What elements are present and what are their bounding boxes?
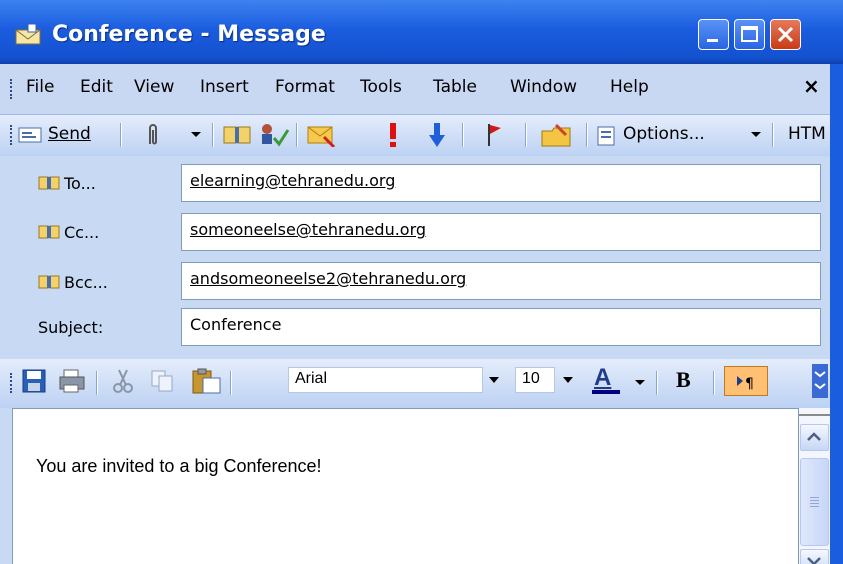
cc-button[interactable]: Cc... [38,223,99,242]
message-window: Conference - Message File Edit View Inse… [0,0,843,564]
send-label: Send [48,124,91,144]
menu-format[interactable]: Format [275,77,335,97]
vertical-scrollbar[interactable] [799,408,830,564]
bcc-label: Bcc... [64,273,108,292]
toolbar-overflow-icon[interactable] [812,364,828,398]
toolbar-separator [296,123,298,147]
toolbar-grip[interactable] [10,373,15,393]
menu-insert[interactable]: Insert [200,77,249,97]
paragraph-direction-button[interactable]: ¶ [724,366,768,396]
menu-window[interactable]: Window [510,77,577,97]
importance-low-icon[interactable] [428,121,446,149]
chevron-down-icon[interactable] [190,131,202,139]
paste-icon[interactable] [190,367,222,395]
bold-button[interactable]: B [676,367,691,393]
toolbar-separator [713,371,715,395]
scroll-thumb[interactable] [800,458,829,546]
chevron-down-icon[interactable] [750,131,762,139]
menu-close-button[interactable]: × [803,74,820,98]
toolbar-separator [586,123,588,147]
paragraph-icon: ¶ [737,376,754,392]
toolbar-separator [656,371,658,395]
close-button[interactable] [770,19,801,50]
chevron-down-icon[interactable] [486,367,502,393]
font-color-swatch [592,390,620,394]
toolbar-grip[interactable] [10,125,15,145]
font-color-button[interactable]: A [590,364,630,396]
to-label: To... [64,174,96,193]
toolbar-separator [230,371,232,395]
to-button[interactable]: To... [38,174,96,193]
address-book-icon [38,275,60,289]
print-icon[interactable] [58,368,86,394]
options-label: Options... [623,124,705,144]
menu-tools[interactable]: Tools [360,77,402,97]
font-name-combo[interactable]: Arial [288,367,483,393]
window-frame-right [830,64,843,564]
options-icon [597,126,615,146]
scroll-up-button[interactable] [800,424,829,451]
toolbar-separator [212,123,214,147]
envelope-flag-icon[interactable] [306,123,336,147]
options-button[interactable]: Options... [596,120,741,150]
grip-icon [810,497,819,507]
cc-label: Cc... [64,223,100,242]
flag-icon[interactable] [485,122,503,148]
importance-high-icon[interactable] [386,121,400,149]
chevron-up-icon [807,432,821,441]
splitter-bar[interactable] [799,408,830,416]
attach-icon[interactable] [145,122,161,148]
folder-icon[interactable] [540,121,574,149]
check-names-icon[interactable] [258,122,290,148]
cc-field[interactable]: someoneelse@tehranedu.org [181,213,821,251]
menu-edit[interactable]: Edit [80,77,113,97]
address-book-icon[interactable] [222,124,252,146]
save-icon[interactable] [22,369,46,393]
svg-text:¶: ¶ [745,376,754,392]
toolbar-separator [462,123,464,147]
send-button[interactable]: Send [18,120,110,150]
cut-icon[interactable] [112,368,134,394]
copy-icon[interactable] [150,369,176,393]
maximize-button[interactable] [734,19,765,50]
window-frame-left [0,408,12,564]
subject-label: Subject: [38,318,104,337]
menu-grip[interactable] [10,79,15,99]
menu-bar [0,64,843,114]
message-body-text: You are invited to a big Conference! [36,456,322,476]
address-book-icon [38,225,60,239]
send-icon [18,127,42,143]
menu-help[interactable]: Help [610,77,649,97]
address-book-icon [38,176,60,190]
bcc-button[interactable]: Bcc... [38,273,108,292]
font-size-combo[interactable]: 10 [515,367,555,393]
title-bar[interactable]: Conference - Message [0,0,843,64]
menu-file[interactable]: File [26,77,54,97]
toolbar-separator [772,123,774,147]
message-body[interactable] [12,408,799,564]
minimize-icon [707,39,718,42]
minimize-button[interactable] [698,19,729,50]
menu-view[interactable]: View [134,77,174,97]
chevron-down-icon[interactable] [560,367,576,393]
font-color-glyph: A [594,364,612,391]
toolbar-separator [120,123,122,147]
close-icon [777,26,794,43]
window-title: Conference - Message [52,22,326,47]
to-field[interactable]: elearning@tehranedu.org [181,164,821,202]
subject-field[interactable]: Conference [181,308,821,346]
maximize-icon [741,26,758,42]
chevron-down-icon [807,557,821,564]
toolbar-separator [525,123,527,147]
chevron-down-icon[interactable] [634,379,646,387]
message-icon [15,23,41,45]
toolbar-separator [96,371,98,395]
bcc-field[interactable]: andsomeoneelse2@tehranedu.org [181,262,821,300]
menu-table[interactable]: Table [433,77,477,97]
format-selector[interactable]: HTM [788,124,830,144]
scroll-down-button[interactable] [800,549,829,564]
